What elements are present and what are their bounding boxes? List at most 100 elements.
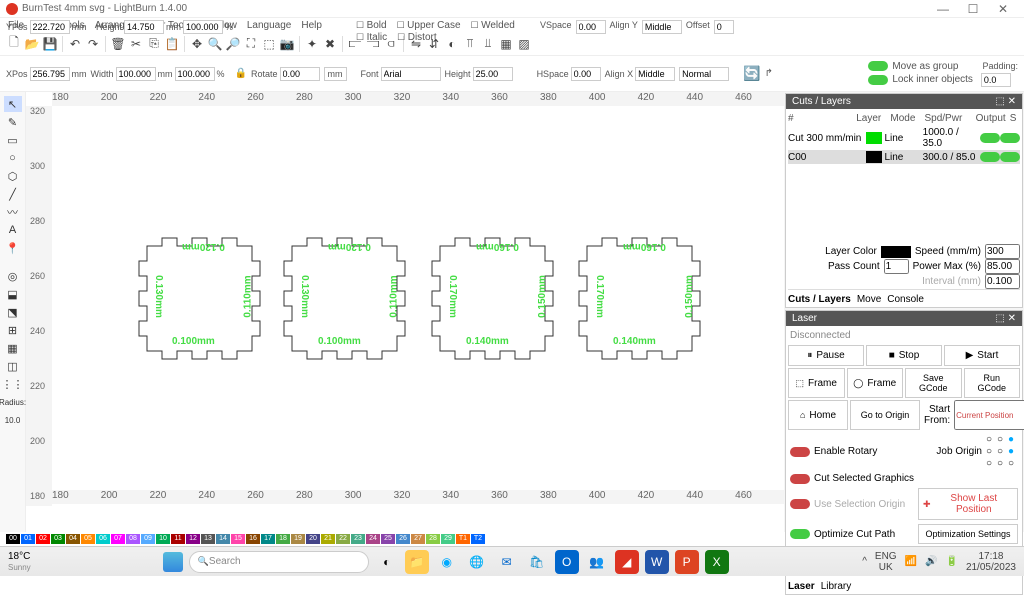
app-chrome-icon[interactable]: 🌐: [465, 550, 489, 574]
font-select[interactable]: [381, 67, 441, 81]
dots-tool-icon[interactable]: ⋮⋮: [4, 376, 22, 392]
hspace-input[interactable]: [571, 67, 601, 81]
color-swatch-27[interactable]: 27: [411, 534, 425, 544]
bold-check[interactable]: Bold: [367, 20, 387, 31]
arrow-icon[interactable]: ↱: [765, 68, 773, 79]
fontheight-input[interactable]: [473, 67, 513, 81]
volume-icon[interactable]: 🔊: [925, 556, 937, 567]
bool-tool-icon[interactable]: ⬔: [4, 304, 22, 320]
cut-selected-toggle[interactable]: [790, 474, 810, 484]
start-button[interactable]: ▶Start: [944, 345, 1020, 366]
text-tool-icon[interactable]: A: [4, 222, 22, 238]
refresh-icon[interactable]: 🔄: [743, 65, 760, 82]
color-swatch-14[interactable]: 14: [216, 534, 230, 544]
zoomin-icon[interactable]: 🔍: [207, 36, 223, 52]
color-swatch-21[interactable]: 21: [321, 534, 335, 544]
zoomfit-icon[interactable]: ⛶: [243, 36, 259, 52]
width2-input[interactable]: [175, 67, 215, 81]
interval-input[interactable]: [985, 274, 1020, 289]
color-swatch-17[interactable]: 17: [261, 534, 275, 544]
offset-tool-icon[interactable]: ◎: [4, 268, 22, 284]
cuts-row-1[interactable]: C00 Line 300.0 / 85.0: [788, 150, 1020, 164]
frame-button[interactable]: ⬚ Frame: [788, 368, 845, 398]
color-swatch-24[interactable]: 24: [366, 534, 380, 544]
normal-select[interactable]: [679, 67, 729, 81]
welded-check[interactable]: Welded: [481, 20, 515, 31]
rect-tool-icon[interactable]: ▭: [4, 132, 22, 148]
tray-chevron-icon[interactable]: ^: [862, 556, 867, 567]
oframe-button[interactable]: ◯ Frame: [847, 368, 904, 398]
battery-icon[interactable]: 🔋: [945, 556, 957, 567]
upper-check[interactable]: Upper Case: [407, 20, 460, 31]
taskbar-search[interactable]: 🔍 Search: [189, 551, 369, 573]
tool-b-icon[interactable]: ✖: [322, 36, 338, 52]
color-swatch-07[interactable]: 07: [111, 534, 125, 544]
aligny-select[interactable]: [642, 20, 682, 34]
width-input[interactable]: [116, 67, 156, 81]
wifi-icon[interactable]: 📶: [905, 556, 917, 567]
color-swatch-28[interactable]: 28: [426, 534, 440, 544]
open-icon[interactable]: 📂: [24, 36, 40, 52]
group-icon[interactable]: ▦: [498, 36, 514, 52]
color-swatch-03[interactable]: 03: [51, 534, 65, 544]
unit-toggle[interactable]: mm: [324, 67, 347, 81]
color-swatch-04[interactable]: 04: [66, 534, 80, 544]
canvas[interactable]: 1802002202402602803003203403603804004204…: [26, 92, 784, 532]
select-icon[interactable]: ⬚: [261, 36, 277, 52]
lock-inner-toggle[interactable]: [868, 75, 888, 85]
color-swatch-11[interactable]: 11: [171, 534, 185, 544]
color-swatch-01[interactable]: 01: [21, 534, 35, 544]
drawing-area[interactable]: 0.100mm 0.120mm 0.110mm 0.130mm 0.100mm …: [52, 106, 784, 532]
rotate-input[interactable]: [280, 67, 320, 81]
tab-laser[interactable]: Laser: [788, 581, 815, 592]
color-swatch-06[interactable]: 06: [96, 534, 110, 544]
close-button[interactable]: ✕: [988, 2, 1018, 16]
padding-input[interactable]: [981, 73, 1011, 87]
color-swatch-29[interactable]: 29: [441, 534, 455, 544]
weld-tool-icon[interactable]: ⬓: [4, 286, 22, 302]
copy-icon[interactable]: ⎘: [146, 36, 162, 52]
app-outlook-icon[interactable]: O: [555, 550, 579, 574]
grid-tool-icon[interactable]: ▦: [4, 340, 22, 356]
color-swatch-19[interactable]: 19: [291, 534, 305, 544]
opt-settings-button[interactable]: Optimization Settings: [918, 524, 1018, 544]
ellipse-tool-icon[interactable]: ○: [4, 150, 22, 166]
optimize-toggle[interactable]: [790, 529, 810, 539]
job-origin-grid[interactable]: ○○●○○●○○○: [986, 434, 1018, 469]
color-swatch-12[interactable]: 12: [186, 534, 200, 544]
app-excel-icon[interactable]: X: [705, 550, 729, 574]
polygon-tool-icon[interactable]: ⬡: [4, 168, 22, 184]
mirror-icon[interactable]: ◐: [444, 36, 460, 52]
app-teams-icon[interactable]: 👥: [585, 550, 609, 574]
marker-tool-icon[interactable]: 📍: [4, 240, 22, 256]
save-gcode-button[interactable]: Save GCode: [905, 368, 962, 398]
app-edge-icon[interactable]: ◉: [435, 550, 459, 574]
app-ppt-icon[interactable]: P: [675, 550, 699, 574]
pan-icon[interactable]: ✥: [189, 36, 205, 52]
new-icon[interactable]: 🗋: [6, 36, 22, 52]
color-swatch-22[interactable]: 22: [336, 534, 350, 544]
maximize-button[interactable]: ☐: [958, 2, 988, 16]
color-swatch-T2[interactable]: T2: [471, 534, 485, 544]
color-swatch-23[interactable]: 23: [351, 534, 365, 544]
distort-check[interactable]: Distort: [408, 32, 437, 43]
ungroup-icon[interactable]: ▨: [516, 36, 532, 52]
app-explorer-icon[interactable]: 📁: [405, 550, 429, 574]
color-swatch-00[interactable]: 00: [6, 534, 20, 544]
app-lightburn-icon[interactable]: ◢: [615, 550, 639, 574]
vspace-input[interactable]: [576, 20, 606, 34]
pass-input[interactable]: [884, 259, 909, 274]
color-swatch-T1[interactable]: T1: [456, 534, 470, 544]
tab-cuts[interactable]: Cuts / Layers: [788, 294, 851, 305]
curve-tool-icon[interactable]: 〰: [4, 204, 22, 220]
menu-help[interactable]: Help: [301, 20, 322, 31]
color-swatch-25[interactable]: 25: [381, 534, 395, 544]
use-sel-toggle[interactable]: [790, 499, 810, 509]
color-swatch-10[interactable]: 10: [156, 534, 170, 544]
goto-origin-button[interactable]: Go to Origin: [850, 400, 920, 430]
color-swatch-26[interactable]: 26: [396, 534, 410, 544]
redo-icon[interactable]: ↷: [85, 36, 101, 52]
dist-v-icon[interactable]: ⫫: [480, 36, 496, 52]
run-gcode-button[interactable]: Run GCode: [964, 368, 1021, 398]
paste-icon[interactable]: 📋: [164, 36, 180, 52]
